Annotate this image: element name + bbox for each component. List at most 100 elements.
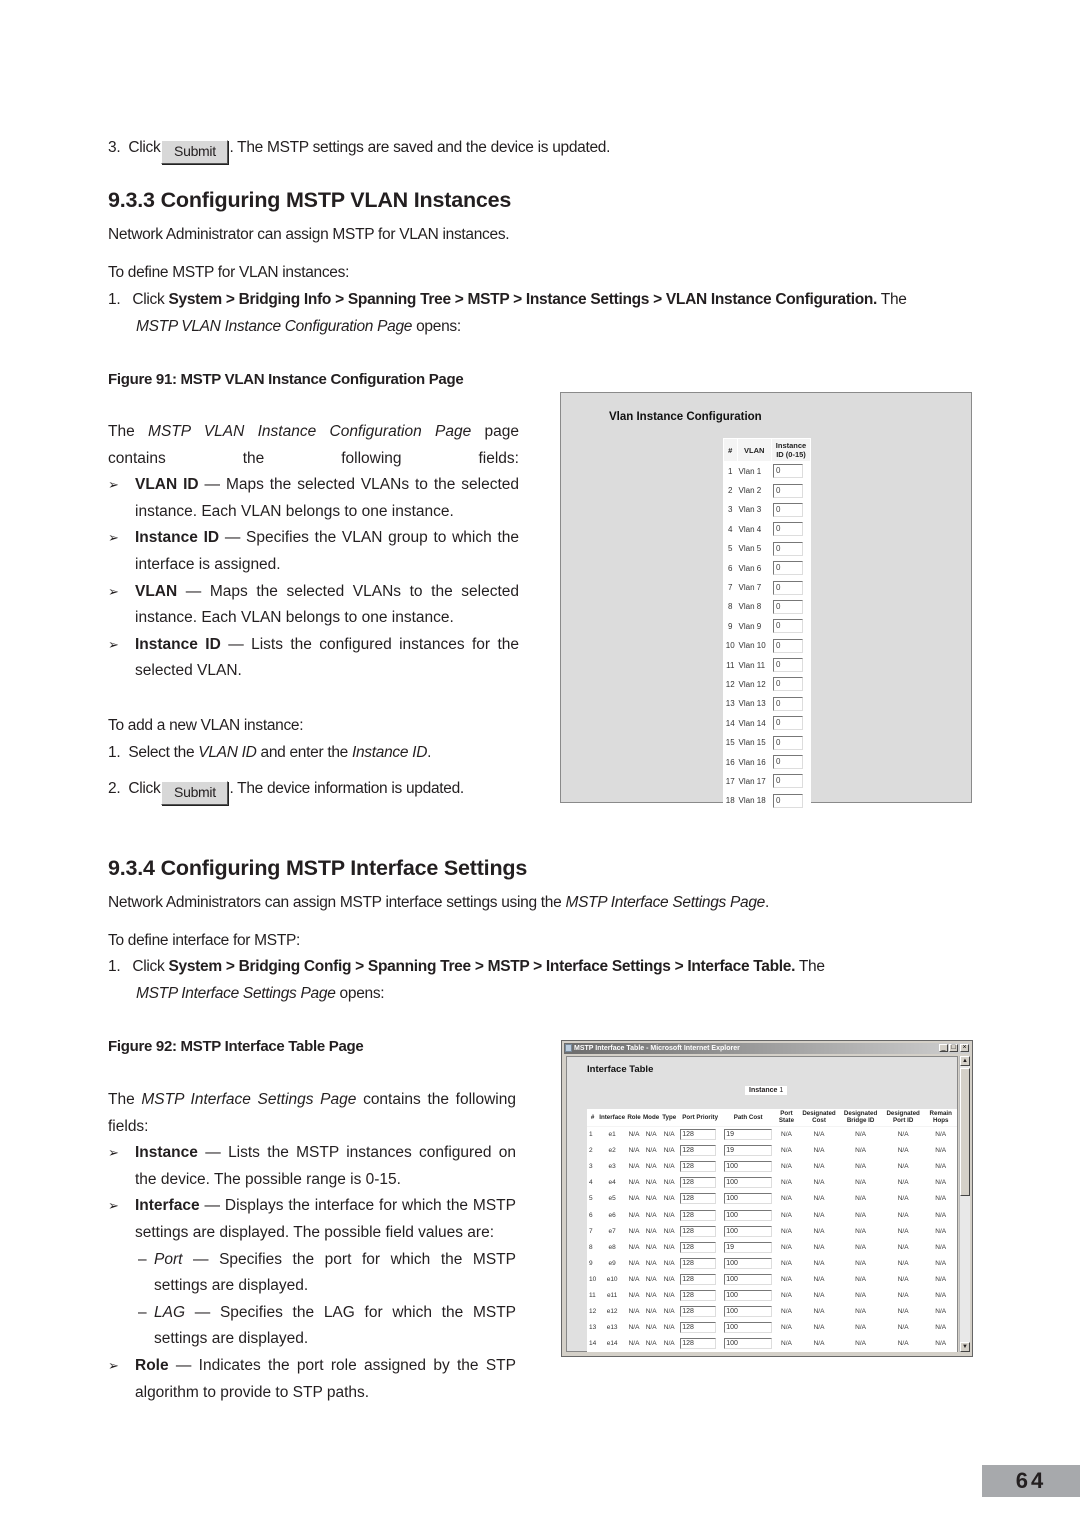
vlan-name: Vlan 7 xyxy=(738,583,762,593)
cell-priority: 128 xyxy=(678,1191,722,1207)
path-cost-input[interactable]: 100 xyxy=(724,1209,773,1221)
path-cost-input[interactable]: 100 xyxy=(724,1289,773,1301)
instance-id-input[interactable]: 0 xyxy=(773,658,803,673)
instance-id-input[interactable]: 0 xyxy=(773,696,803,711)
path-cost-input[interactable]: 100 xyxy=(724,1257,773,1269)
col-header: Port State xyxy=(774,1109,799,1127)
cell-hops: N/A xyxy=(935,1324,947,1332)
interface-row: 12 e12 N/A N/A N/A 128 100 N/A N/A N/A N/A N/A xyxy=(587,1304,957,1320)
instance-id-input[interactable]: 0 xyxy=(773,522,803,537)
port-priority-input[interactable]: 128 xyxy=(680,1257,717,1269)
path-cost-input[interactable]: 100 xyxy=(724,1273,773,1285)
instance-id-input[interactable]: 0 xyxy=(773,561,803,576)
vlan-row: 1 Vlan 1 0 xyxy=(724,462,810,480)
instance-cell: 0 xyxy=(772,559,810,577)
cell-dcost: N/A xyxy=(813,1179,825,1187)
sub-value-item: – Port — Specifies the port for which the… xyxy=(108,1247,516,1300)
instance-id-input[interactable]: 0 xyxy=(773,774,803,789)
path-cost-input[interactable]: 100 xyxy=(724,1306,773,1318)
scroll-thumb[interactable] xyxy=(960,1068,970,1196)
port-priority-input[interactable]: 128 xyxy=(680,1338,717,1350)
path-cost-input[interactable]: 19 xyxy=(724,1129,773,1141)
cell-dport: N/A xyxy=(897,1179,909,1187)
path-cost-input[interactable]: 19 xyxy=(724,1145,773,1157)
port-priority-input[interactable]: 128 xyxy=(680,1193,717,1205)
path-cost-input[interactable]: 100 xyxy=(724,1161,773,1173)
path-cost-input[interactable]: 100 xyxy=(724,1225,773,1237)
instance-id-input[interactable]: 0 xyxy=(773,735,803,750)
instance-cell: 0 xyxy=(772,753,810,771)
path-cost-input[interactable]: 19 xyxy=(724,1241,773,1253)
submit-button-image: Submit xyxy=(161,140,229,164)
value-name: LAG xyxy=(154,1303,186,1321)
path-cost-input[interactable]: 100 xyxy=(724,1322,773,1334)
port-priority-input[interactable]: 128 xyxy=(680,1273,717,1285)
port-priority-input[interactable]: 128 xyxy=(680,1322,717,1334)
cell-priority: 128 xyxy=(678,1207,722,1223)
path-cost-input[interactable]: 100 xyxy=(724,1193,773,1205)
instance-id-input[interactable]: 0 xyxy=(773,619,803,634)
cell-dbridge: N/A xyxy=(855,1211,867,1219)
port-priority-input[interactable]: 128 xyxy=(680,1145,717,1157)
close-icon[interactable]: × xyxy=(960,1044,969,1052)
cell-mode: N/A xyxy=(645,1259,657,1267)
cell-dcost: N/A xyxy=(813,1163,825,1171)
page-name: MSTP VLAN Instance Configuration Page xyxy=(136,318,413,335)
port-priority-input[interactable]: 128 xyxy=(680,1209,717,1221)
col-header: Port Priority xyxy=(678,1109,723,1127)
cell-num: 9 xyxy=(589,1259,593,1267)
section-heading-9-3-4: 9.3.4 Configuring MSTP Interface Setting… xyxy=(108,856,528,880)
instance-id-input[interactable]: 0 xyxy=(773,483,803,498)
cell-state: N/A xyxy=(781,1275,792,1283)
cell-hops: N/A xyxy=(935,1243,947,1251)
vlan-name: Vlan 10 xyxy=(738,641,766,651)
cell-role: N/A xyxy=(628,1243,640,1251)
cell-hops: N/A xyxy=(935,1147,947,1155)
vertical-scrollbar[interactable]: ▲ ▼ xyxy=(959,1056,970,1352)
instance-id-input[interactable]: 0 xyxy=(773,502,803,517)
menu-path: System > Bridging Info > Spanning Tree >… xyxy=(168,291,878,308)
instance-id-input[interactable]: 0 xyxy=(773,541,803,556)
scroll-down-icon[interactable]: ▼ xyxy=(960,1342,970,1352)
path-cost-input[interactable]: 100 xyxy=(724,1338,773,1350)
vlan-name: Vlan 16 xyxy=(738,757,766,767)
cell-role: N/A xyxy=(628,1163,640,1171)
cell-iface: e13 xyxy=(606,1324,618,1332)
instance-id-input[interactable]: 0 xyxy=(773,464,803,479)
field-name: VLAN xyxy=(135,582,178,600)
field-name: Instance ID xyxy=(135,529,220,547)
port-priority-input[interactable]: 128 xyxy=(680,1306,717,1318)
port-priority-input[interactable]: 128 xyxy=(680,1241,717,1253)
minimize-icon[interactable]: _ xyxy=(939,1044,948,1052)
field-bullet: ➢ Instance ID — Lists the configured inst… xyxy=(108,632,519,685)
instance-id-input[interactable]: 0 xyxy=(773,638,803,653)
add-step-2: 2. Click Submit. The device information i… xyxy=(108,779,464,805)
vlan-row: 14 Vlan 14 0 xyxy=(724,714,810,732)
port-priority-input[interactable]: 128 xyxy=(680,1289,717,1301)
instance-id-input[interactable]: 0 xyxy=(773,716,803,731)
port-priority-input[interactable]: 128 xyxy=(680,1225,717,1237)
page-name: MSTP Interface Settings Page xyxy=(141,1091,357,1108)
port-priority-input[interactable]: 128 xyxy=(680,1129,717,1141)
port-priority-input[interactable]: 128 xyxy=(680,1161,717,1173)
cell-hops: N/A xyxy=(935,1227,947,1235)
instance-selector[interactable]: Instance 1 xyxy=(745,1086,788,1095)
maximize-icon[interactable]: □ xyxy=(949,1044,958,1052)
instance-id-input[interactable]: 0 xyxy=(773,755,803,770)
instance-value: 1 xyxy=(779,1087,784,1094)
port-priority-input[interactable]: 128 xyxy=(680,1177,717,1189)
instance-id-input[interactable]: 0 xyxy=(773,793,803,808)
cell-hops: N/A xyxy=(935,1259,947,1267)
instance-id-input[interactable]: 0 xyxy=(773,580,803,595)
cell-priority: 128 xyxy=(678,1255,722,1271)
cell-role: N/A xyxy=(628,1131,640,1139)
scroll-up-icon[interactable]: ▲ xyxy=(960,1056,970,1066)
vlan-instance-table: # VLAN Instance ID (0-15) 1 Vlan 1 0 2 Vlan … xyxy=(723,438,811,812)
cell-dport: N/A xyxy=(897,1163,909,1171)
vlan-row: 15 Vlan 15 0 xyxy=(724,733,810,751)
path-cost-input[interactable]: 100 xyxy=(724,1177,773,1189)
instance-id-input[interactable]: 0 xyxy=(773,599,803,614)
row-number: 10 xyxy=(725,641,735,651)
instance-id-input[interactable]: 0 xyxy=(773,677,803,692)
cell-type: N/A xyxy=(663,1324,675,1332)
